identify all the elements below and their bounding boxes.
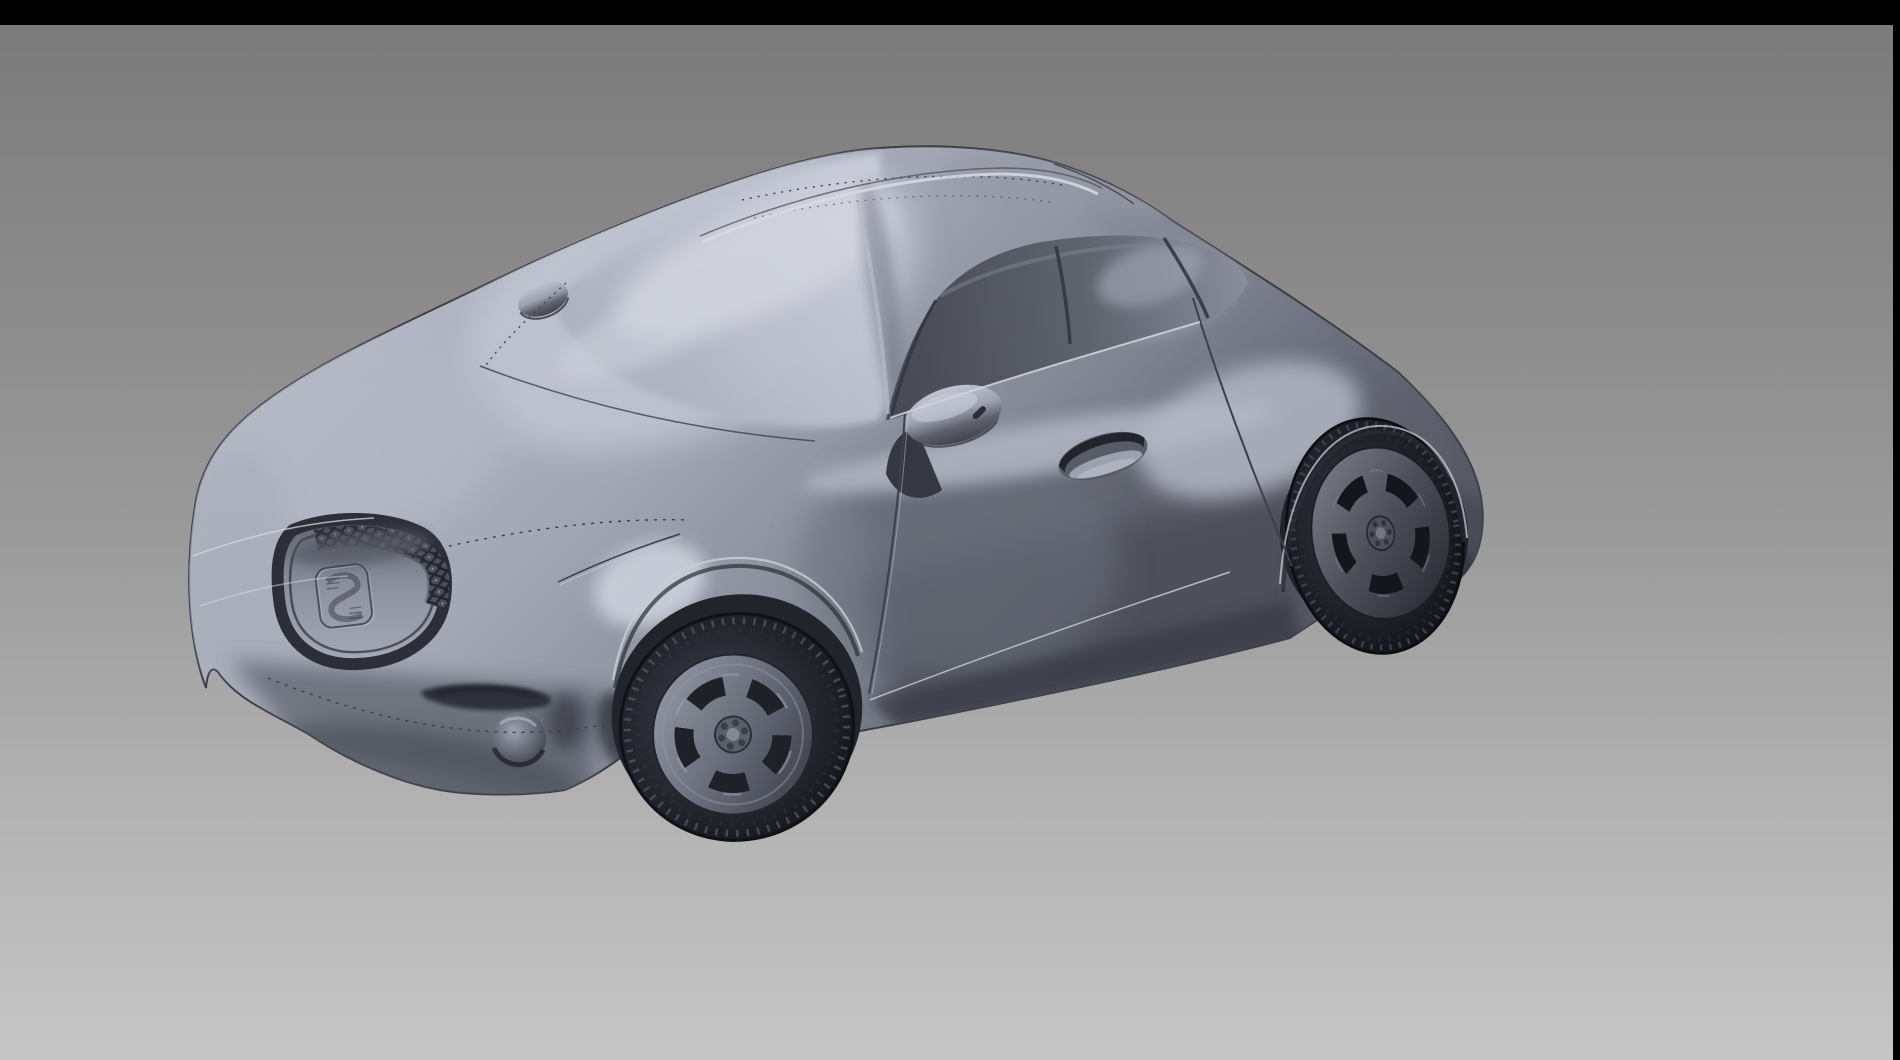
car-model [159,90,1515,870]
window-right-edge-bar [1893,0,1900,1060]
cad-app-window [0,0,1900,1060]
render-canvas[interactable] [0,25,1893,1060]
front-grille [278,519,446,664]
viewport-3d-canvas[interactable] [0,25,1893,1060]
window-top-bar [0,0,1900,25]
